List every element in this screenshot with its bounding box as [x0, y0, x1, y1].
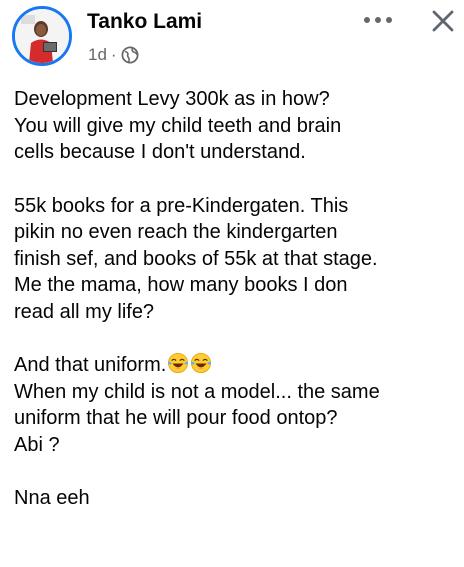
globe-icon: [121, 46, 139, 64]
post-line-text: And that uniform.: [14, 354, 167, 376]
post-meta: 1d ·: [88, 44, 139, 66]
facebook-post: Tanko Lami 1d · Development Levy 300k as…: [0, 0, 464, 567]
post-line: cells because I don't understand.: [14, 141, 306, 163]
post-header: Tanko Lami 1d ·: [0, 0, 464, 76]
post-body: Development Levy 300k as in how? You wil…: [14, 86, 460, 512]
avatar[interactable]: [12, 6, 72, 66]
post-line: read all my life?: [14, 300, 155, 323]
author-name[interactable]: Tanko Lami: [87, 10, 202, 34]
close-button[interactable]: [428, 6, 458, 36]
post-line: 55k books for a pre-Kindergaten. This: [14, 194, 349, 217]
post-line: Nna eeh: [14, 487, 90, 509]
more-icon: [364, 17, 392, 23]
more-options-button[interactable]: [360, 8, 396, 32]
post-line: pikin no even reach the kindergarten: [14, 221, 338, 243]
post-line: uniform that he will pour food ontop?: [14, 407, 338, 429]
post-line: Me the mama, how many books I don: [14, 274, 348, 296]
post-line: finish sef, and books of 55k at that sta…: [14, 247, 378, 270]
post-line-with-emoji: And that uniform.: [14, 352, 460, 379]
laughing-crying-emoji-icon: [191, 353, 212, 373]
post-line: Abi ?: [14, 433, 60, 456]
laughing-crying-emoji-icon: [168, 353, 189, 373]
close-icon: [432, 10, 454, 32]
avatar-photo: [15, 9, 69, 63]
post-line: Development Levy 300k as in how?: [14, 88, 330, 110]
post-time[interactable]: 1d: [88, 45, 107, 65]
post-line: When my child is not a model... the same: [14, 380, 380, 403]
meta-separator: ·: [110, 45, 117, 64]
post-line: You will give my child teeth and brain: [14, 114, 342, 137]
